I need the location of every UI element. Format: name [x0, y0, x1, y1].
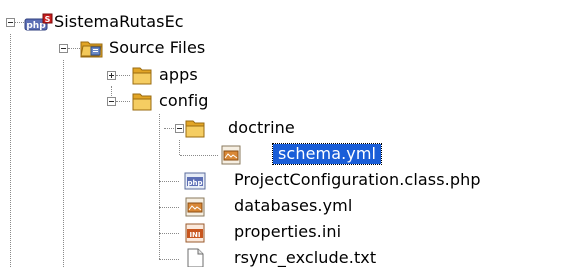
source-folder-icon — [80, 41, 103, 58]
folder-icon — [132, 93, 152, 111]
tree-node-doctrine-label[interactable]: doctrine — [228, 118, 295, 138]
ini-badge-text: INI — [189, 231, 200, 239]
tree-node-source-files-label[interactable]: Source Files — [109, 38, 205, 58]
yml-file-icon — [221, 145, 241, 165]
php-badge-text: php — [187, 179, 202, 187]
tree-guide-line — [159, 233, 179, 234]
tree-node-project-configuration-label[interactable]: ProjectConfiguration.class.php — [234, 170, 481, 190]
tree-guide-line — [159, 114, 160, 259]
folder-icon — [185, 120, 205, 138]
tree-node-properties-label[interactable]: properties.ini — [234, 222, 341, 242]
project-tree: php S SistemaRutasEc Source Files apps c… — [0, 0, 575, 267]
folder-icon — [132, 67, 152, 85]
tree-node-rsync-exclude-label[interactable]: rsync_exclude.txt — [234, 248, 376, 267]
svg-text:S: S — [45, 15, 51, 24]
php-file-icon: php — [184, 172, 206, 190]
tree-guide-line — [15, 22, 24, 23]
expand-toggle-config[interactable] — [107, 97, 116, 106]
expand-toggle-source-files[interactable] — [59, 44, 68, 53]
tree-guide-line — [116, 101, 130, 102]
tree-node-project-label[interactable]: SistemaRutasEc — [54, 12, 184, 32]
php-project-icon: php S — [24, 13, 53, 31]
tree-guide-line — [180, 155, 218, 156]
tree-guide-line — [159, 259, 179, 260]
tree-guide-line — [159, 181, 179, 182]
expand-toggle-project[interactable] — [6, 18, 15, 27]
tree-node-apps-label[interactable]: apps — [159, 65, 198, 85]
tree-guide-line — [179, 140, 180, 155]
tree-guide-line — [159, 207, 179, 208]
tree-node-databases-label[interactable]: databases.yml — [234, 196, 352, 216]
tree-node-config-label[interactable]: config — [159, 91, 209, 111]
expand-toggle-doctrine[interactable] — [175, 124, 184, 133]
expand-toggle-apps[interactable] — [107, 71, 116, 80]
tree-node-schema-label[interactable]: schema.yml — [271, 143, 383, 165]
tree-guide-line — [63, 60, 64, 267]
text-file-icon — [187, 248, 204, 267]
tree-guide-line — [10, 34, 11, 267]
tree-guide-line — [68, 48, 80, 49]
tree-guide-line — [116, 75, 130, 76]
yml-file-icon — [185, 197, 205, 217]
ini-file-icon: INI — [185, 223, 205, 243]
